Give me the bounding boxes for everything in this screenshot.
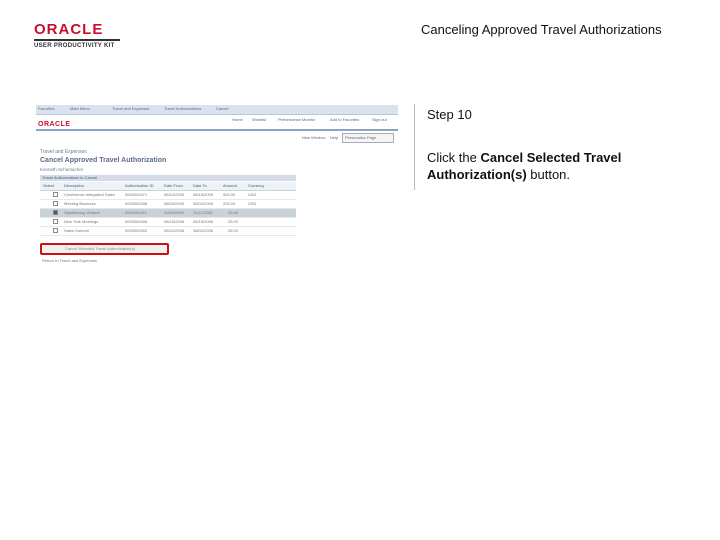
col-description: Description xyxy=(64,183,85,188)
row-date-to: 08/02/2008 xyxy=(193,228,214,233)
grid-title-bar: Travel Authorizations to Cancel xyxy=(40,175,296,181)
header-divider xyxy=(36,129,398,131)
row-date-from: 11/09/2008 xyxy=(164,210,184,215)
row-date-to: 08/15/2008 xyxy=(193,219,214,224)
screenshot-oracle-logo: ORACLE xyxy=(38,121,71,128)
row-date-from: 08/10/2009 xyxy=(164,192,185,197)
page-title: Cancel Approved Travel Authorization xyxy=(40,157,167,164)
step-instruction: Click the Cancel Selected Travel Authori… xyxy=(427,149,687,183)
col-date-to: Date To xyxy=(193,183,207,188)
row-date-from: 08/04/2009 xyxy=(164,201,185,206)
nav-worklist[interactable]: Worklist xyxy=(252,117,266,122)
row-date-to: 08/04/2009 xyxy=(193,201,214,206)
row-date-from: 08/02/2008 xyxy=(164,228,185,233)
cancel-selected-label: Cancel Selected Travel Authorization(s) xyxy=(65,246,136,251)
row-date-to: 11/11/2008 xyxy=(193,210,213,215)
nav-add-favorites[interactable]: Add to Favorites xyxy=(330,117,359,122)
topbar-travel-expenses[interactable]: Travel and Expenses xyxy=(112,106,149,111)
nav-performance-monitor[interactable]: Performance Monitor xyxy=(278,117,315,122)
row-amount: 200.00 xyxy=(223,201,236,206)
row-select-checkbox[interactable] xyxy=(53,210,58,215)
step-number: Step 10 xyxy=(427,107,472,122)
oracle-upk-logo: ORACLE USER PRODUCTIVITY KIT xyxy=(34,22,124,49)
row-select-checkbox[interactable] xyxy=(53,219,58,224)
logo-rule xyxy=(34,39,120,41)
employee-name: Kenneth Schumacher xyxy=(40,167,84,172)
cancel-selected-button[interactable]: Cancel Selected Travel Authorization(s) xyxy=(40,243,169,255)
nav-sign-out[interactable]: Sign out xyxy=(372,117,387,122)
panel-divider xyxy=(414,104,415,190)
topbar-cancel[interactable]: Cancel xyxy=(216,106,228,111)
table-row: New York Meetings 0000000406 08/15/2008 … xyxy=(40,218,296,227)
topbar-travel-authorizations[interactable]: Travel Authorizations xyxy=(164,106,201,111)
col-date-from: Date From xyxy=(164,183,183,188)
row-amount: 500.00 xyxy=(223,192,236,197)
row-authorization-id: 0000000471 xyxy=(125,192,148,197)
row-currency: USD xyxy=(248,201,257,206)
row-authorization-id: 0000000402 xyxy=(125,228,148,233)
util-personalize-page[interactable]: Personalize Page xyxy=(345,135,376,140)
row-authorization-id: 0000000411 xyxy=(125,210,147,215)
portal-topbar: Favorites Main Menu Travel and Expenses … xyxy=(36,105,398,115)
col-authorization-id: Authorization ID xyxy=(125,183,154,188)
row-description: Conference Integrated Sales xyxy=(64,192,115,197)
row-amount: 25.00 xyxy=(228,228,239,233)
logo-wordmark: ORACLE xyxy=(34,21,104,38)
table-row-selected: Sightseeing Venture 0000000411 11/09/200… xyxy=(40,209,296,218)
topbar-main-menu[interactable]: Main Menu xyxy=(70,106,90,111)
row-select-checkbox[interactable] xyxy=(53,201,58,206)
application-screenshot: Favorites Main Menu Travel and Expenses … xyxy=(36,105,398,267)
nav-home[interactable]: Home xyxy=(232,117,243,122)
util-new-window[interactable]: New Window xyxy=(302,135,325,140)
topbar-favorites[interactable]: Favorites xyxy=(38,106,54,111)
col-select: Select xyxy=(43,183,55,188)
instruction-suffix: button. xyxy=(526,167,571,182)
portal-navbar: Home Worklist Performance Monitor Add to… xyxy=(216,115,398,125)
row-description: Meeting Business xyxy=(64,201,96,206)
return-link[interactable]: Return to Travel and Expenses xyxy=(42,258,97,263)
logo-subtitle: USER PRODUCTIVITY KIT xyxy=(34,43,115,49)
row-currency: USD xyxy=(248,192,257,197)
col-amount: Amount xyxy=(223,183,237,188)
row-description: New York Meetings xyxy=(64,219,99,224)
document-title: Canceling Approved Travel Authorizations xyxy=(421,22,662,37)
instruction-prefix: Click the xyxy=(427,150,481,165)
row-amount: 25.00 xyxy=(228,210,239,215)
breadcrumb: Travel and Expenses xyxy=(40,149,87,155)
row-authorization-id: 0000000406 xyxy=(125,219,148,224)
util-help[interactable]: Help xyxy=(330,135,338,140)
grid-column-headers: Select Description Authorization ID Date… xyxy=(40,182,296,191)
row-authorization-id: 0000000436 xyxy=(125,201,148,206)
row-select-checkbox[interactable] xyxy=(53,228,58,233)
col-currency: Currency xyxy=(248,183,265,188)
row-amount: 25.00 xyxy=(228,219,239,224)
grid-title: Travel Authorizations to Cancel xyxy=(42,175,98,180)
table-row: Conference Integrated Sales 0000000471 0… xyxy=(40,191,296,200)
row-description: Sightseeing Venture xyxy=(64,210,100,215)
row-date-to: 08/16/2009 xyxy=(193,192,214,197)
row-select-checkbox[interactable] xyxy=(53,192,58,197)
table-row: Meeting Business 0000000436 08/04/2009 0… xyxy=(40,200,296,209)
row-description: Sales Summit xyxy=(64,228,89,233)
row-date-from: 08/15/2008 xyxy=(164,219,185,224)
table-row: Sales Summit 0000000402 08/02/2008 08/02… xyxy=(40,227,296,236)
